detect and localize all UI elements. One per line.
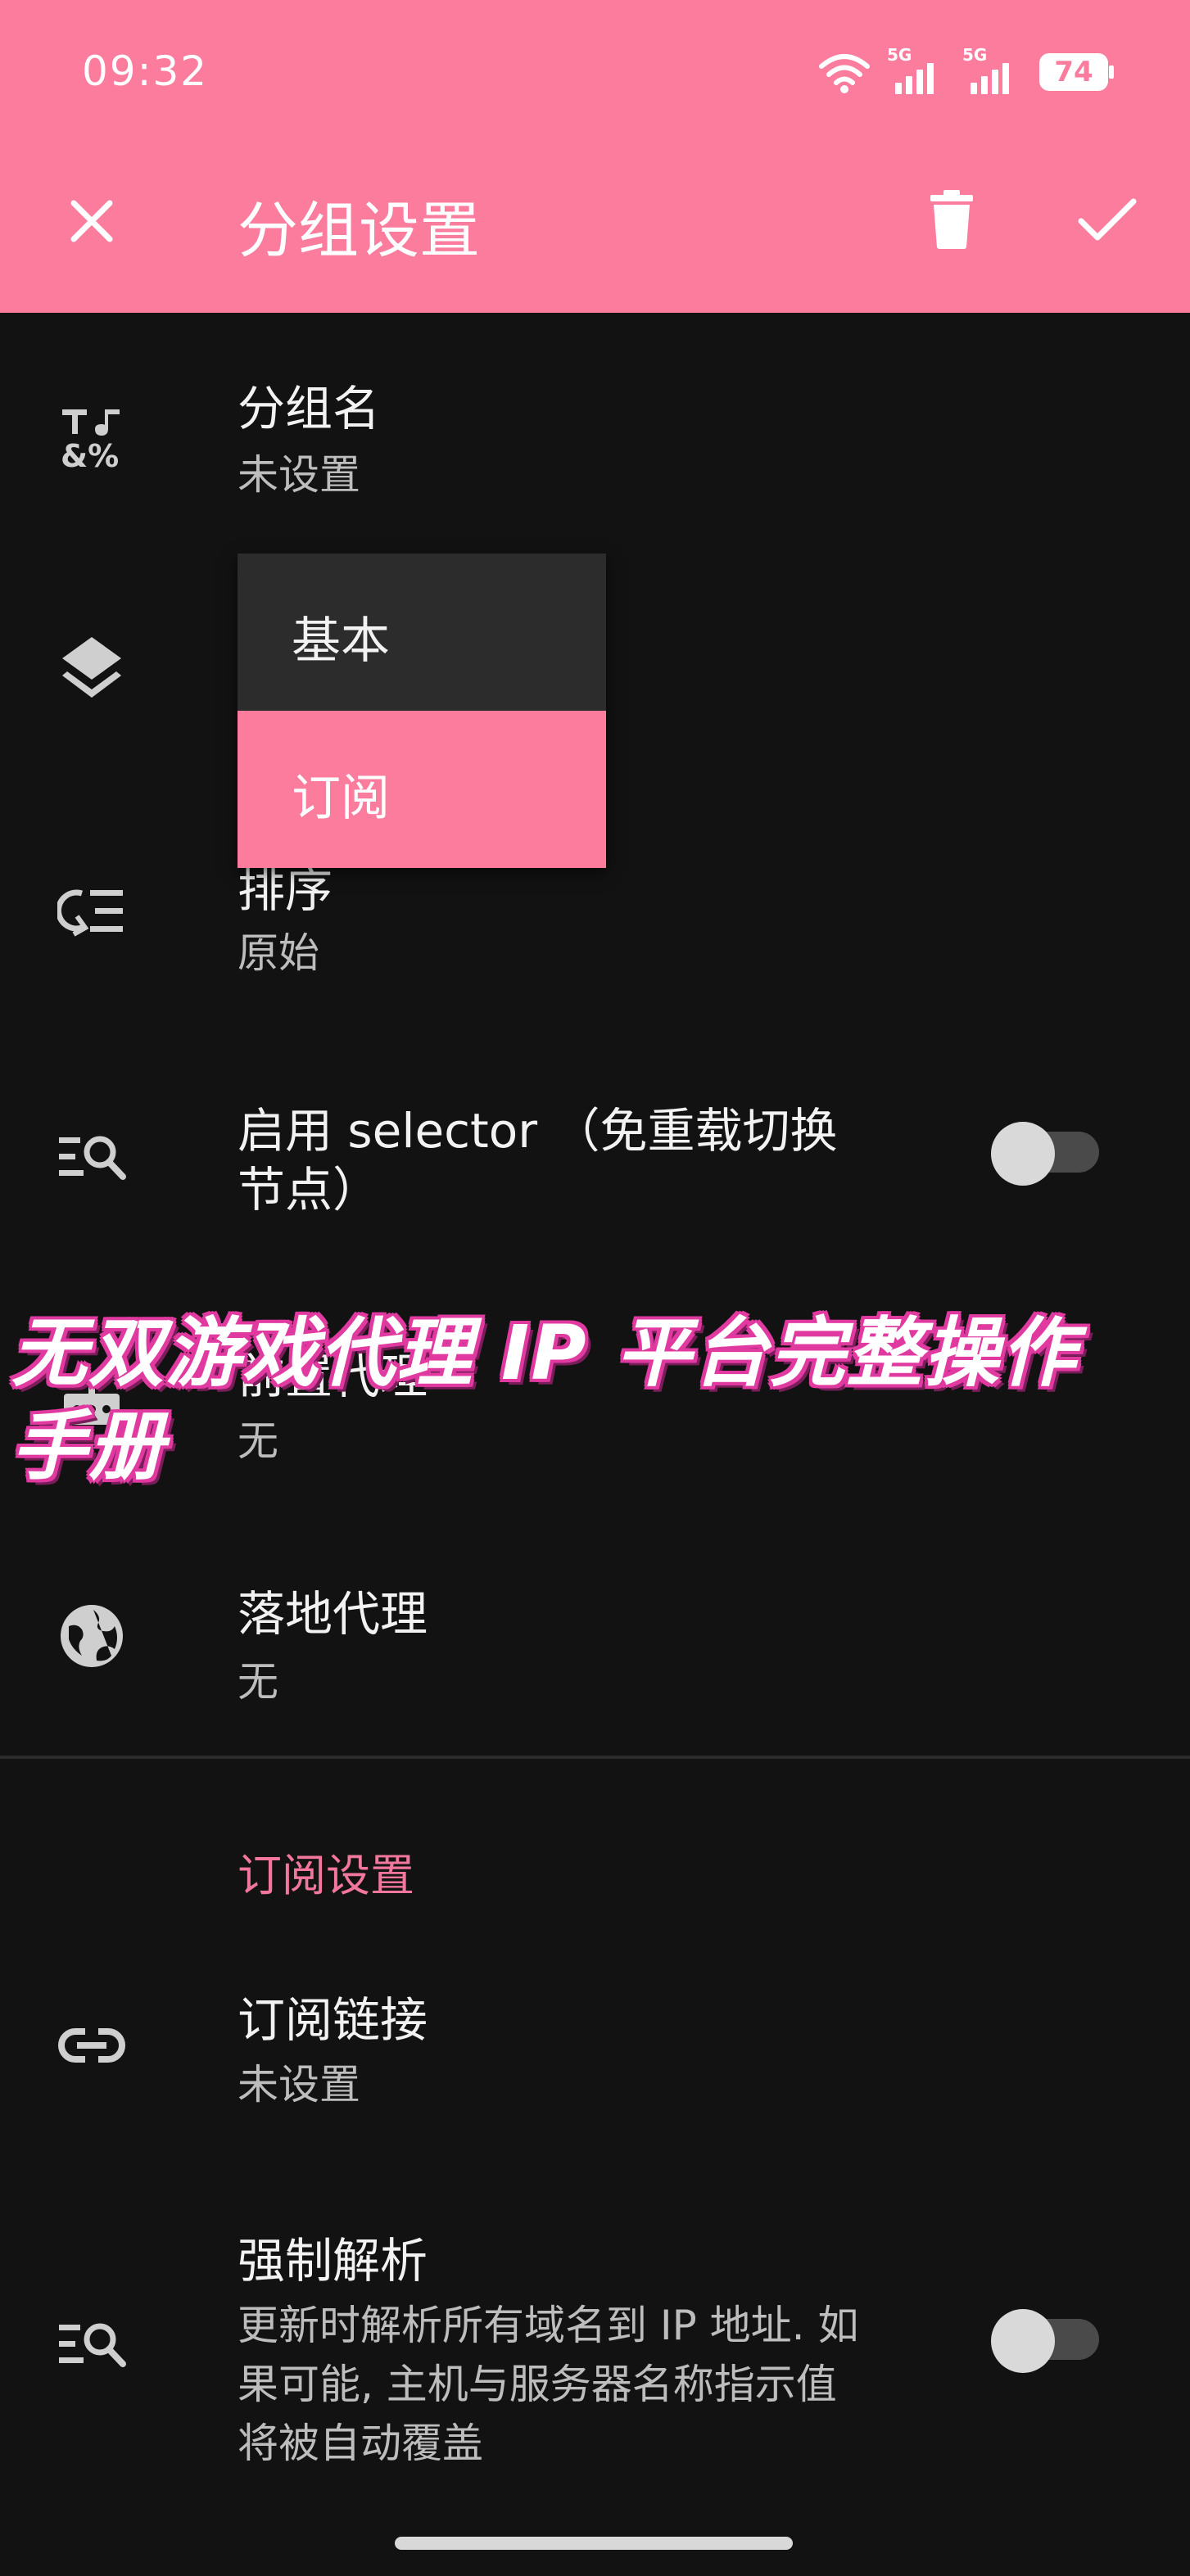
sort-value: 原始 [238, 929, 319, 977]
delete-button[interactable] [917, 185, 986, 254]
watermark-overlay: 无双游戏代理 IP 平台完整操作 手册 [11, 1307, 1183, 1494]
subscription-link-value: 未设置 [238, 2061, 360, 2108]
watermark-line1: 无双游戏代理 IP 平台完整操作 [11, 1309, 1078, 1397]
globe-icon [57, 1602, 126, 1670]
group-type-dropdown[interactable]: 基本 订阅 [238, 554, 606, 868]
subscription-link-row[interactable]: 订阅链接 未设置 [0, 1973, 1190, 2121]
section-divider [0, 1756, 1190, 1759]
force-resolve-title: 强制解析 [238, 2233, 428, 2289]
status-icons: 5G 5G 74 [818, 45, 1114, 97]
toggle-thumb [991, 2309, 1055, 2373]
group-name-row[interactable]: &% 分组名 未设置 [0, 360, 1190, 508]
wifi-icon [818, 50, 871, 94]
link-icon [57, 2011, 126, 2080]
confirm-button[interactable] [1073, 185, 1142, 254]
selector-title-line2: 节点） [238, 1162, 381, 1218]
cell-signal-icon: 5G [887, 45, 946, 94]
toggle-thumb [991, 1122, 1055, 1186]
home-indicator[interactable] [395, 2537, 793, 2550]
trash-icon [930, 190, 973, 249]
list-search-icon [57, 1122, 126, 1191]
force-resolve-toggle[interactable] [991, 2309, 1101, 2373]
force-resolve-desc-line3: 将被自动覆盖 [238, 2420, 483, 2467]
dropdown-option-basic[interactable]: 基本 [238, 554, 606, 711]
page-title: 分组设置 [238, 196, 480, 266]
subscription-link-title: 订阅链接 [238, 1992, 428, 2048]
layers-icon [57, 632, 126, 701]
status-time: 09:32 [82, 47, 209, 95]
text-format-icon: &% [57, 403, 126, 472]
cell-signal-icon-2: 5G [962, 45, 1021, 94]
selector-row[interactable]: 启用 selector （免重载切换 节点） [0, 1081, 1190, 1245]
close-button[interactable] [57, 187, 126, 255]
force-resolve-row[interactable]: 强制解析 更新时解析所有域名到 IP 地址. 如 果可能, 主机与服务器名称指示… [0, 2211, 1190, 2489]
sort-row[interactable]: 排序 原始 [0, 852, 1190, 999]
landing-proxy-title: 落地代理 [238, 1586, 428, 1642]
subscription-section-header: 订阅设置 [238, 1850, 414, 1901]
selector-toggle[interactable] [991, 1122, 1101, 1186]
watermark-line2: 手册 [11, 1403, 166, 1490]
dropdown-option-label: 基本 [292, 612, 390, 670]
dropdown-option-label: 订阅 [292, 770, 390, 827]
close-icon [70, 200, 113, 242]
dropdown-option-subscription[interactable]: 订阅 [238, 711, 606, 868]
landing-proxy-value: 无 [238, 1658, 278, 1706]
check-icon [1078, 198, 1137, 241]
landing-proxy-row[interactable]: 落地代理 无 [0, 1564, 1190, 1711]
battery-icon: 74 [1039, 53, 1114, 91]
group-name-title: 分组名 [238, 381, 381, 436]
svg-text:&%: &% [61, 438, 119, 470]
list-search-icon [57, 2309, 126, 2378]
force-resolve-desc-line1: 更新时解析所有域名到 IP 地址. 如 [238, 2302, 859, 2349]
force-resolve-desc-line2: 果可能, 主机与服务器名称指示值 [238, 2361, 837, 2408]
group-name-value: 未设置 [238, 451, 360, 499]
top-bar: 09:32 5G 5G 74 分组设置 [0, 0, 1190, 313]
sort-list-icon [57, 876, 126, 945]
